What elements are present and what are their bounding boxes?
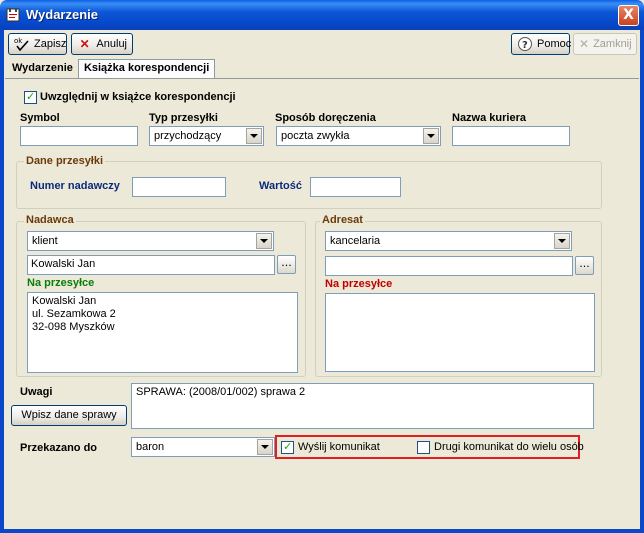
help-icon: ? — [517, 36, 533, 52]
svg-text:ok: ok — [14, 37, 23, 45]
recipient-group-title: Adresat — [320, 214, 365, 226]
forwarded-to-value: baron — [136, 441, 165, 453]
sender-number-label: Numer nadawczy — [30, 180, 120, 192]
sender-group-title: Nadawca — [24, 214, 76, 226]
save-button-label: Zapisz — [34, 38, 67, 50]
sender-on-shipment-text[interactable]: Kowalski Jan ul. Sezamkowa 2 32-098 Mysz… — [27, 292, 298, 373]
second-message-label: Drugi komunikat do wielu osób — [434, 441, 584, 453]
chevron-down-icon[interactable] — [257, 439, 273, 455]
courier-name-label: Nazwa kuriera — [452, 112, 526, 124]
recipient-browse-button[interactable]: ... — [575, 256, 594, 275]
delivery-method-select[interactable]: poczta zwykła — [276, 126, 441, 146]
chevron-down-icon[interactable] — [256, 233, 272, 249]
shipment-type-label: Typ przesyłki — [149, 112, 218, 124]
tab-wydarzenie[interactable]: Wydarzenie — [7, 60, 78, 79]
sender-number-input[interactable] — [132, 177, 226, 197]
window-close-button[interactable]: X — [618, 5, 639, 26]
cancel-x-icon: ✕ — [79, 37, 90, 51]
include-in-book-label: Uwzględnij w książce korespondencji — [40, 91, 236, 103]
recipient-name-input[interactable] — [325, 256, 573, 276]
shipment-data-title: Dane przesyłki — [24, 155, 106, 167]
recipient-type-value: kancelaria — [330, 235, 381, 247]
chevron-down-icon[interactable] — [554, 233, 570, 249]
ok-icon: ok — [14, 36, 30, 52]
send-message-label: Wyślij komunikat — [298, 441, 380, 453]
notes-label: Uwagi — [20, 386, 53, 398]
recipient-on-shipment-label: Na przesyłce — [325, 278, 393, 290]
recipient-on-shipment-text[interactable] — [325, 293, 595, 372]
help-button-label: Pomoc — [537, 38, 572, 50]
sender-type-value: klient — [32, 235, 58, 247]
shipment-type-value: przychodzący — [154, 130, 222, 142]
svg-text:?: ? — [522, 40, 528, 51]
tab-ksiazka-korespondencji[interactable]: Książka korespondencji — [77, 59, 216, 78]
recipient-type-select[interactable]: kancelaria — [325, 231, 572, 251]
delivery-method-value: poczta zwykła — [281, 130, 350, 142]
window-frame-left — [0, 30, 4, 533]
cancel-button[interactable]: ✕ Anuluj — [71, 33, 133, 55]
forwarded-to-label: Przekazano do — [20, 442, 98, 454]
window-title: Wydarzenie — [26, 7, 99, 22]
delivery-method-label: Sposób doręczenia — [275, 112, 376, 124]
value-input[interactable] — [310, 177, 401, 197]
symbol-input[interactable] — [20, 126, 138, 146]
courier-name-input[interactable] — [452, 126, 570, 146]
cancel-button-label: Anuluj — [96, 38, 127, 50]
chevron-down-icon[interactable] — [246, 128, 262, 144]
sender-type-select[interactable]: klient — [27, 231, 274, 251]
value-label: Wartość — [259, 180, 302, 192]
save-button[interactable]: ok Zapisz — [8, 33, 67, 55]
window-app-icon — [6, 8, 20, 22]
shipment-type-select[interactable]: przychodzący — [149, 126, 264, 146]
help-button[interactable]: ? Pomoc — [511, 33, 572, 55]
sender-name-input[interactable]: Kowalski Jan — [27, 255, 275, 275]
symbol-label: Symbol — [20, 112, 60, 124]
tab-strip: Wydarzenie Książka korespondencji — [7, 59, 216, 79]
sender-on-shipment-label: Na przesyłce — [27, 277, 95, 289]
close-button[interactable]: ✕ Zamknij — [573, 33, 637, 55]
include-in-book-checkbox[interactable] — [24, 90, 37, 104]
window-frame-bottom — [0, 529, 644, 533]
tab-divider — [5, 78, 639, 79]
send-message-checkbox[interactable] — [281, 440, 294, 454]
close-button-label: Zamknij — [593, 38, 632, 50]
title-bar: Wydarzenie X — [0, 0, 644, 30]
insert-case-data-button[interactable]: Wpisz dane sprawy — [11, 405, 127, 426]
sender-browse-button[interactable]: ... — [277, 255, 296, 274]
chevron-down-icon[interactable] — [423, 128, 439, 144]
window-frame-right — [640, 30, 644, 533]
forwarded-to-select[interactable]: baron — [131, 437, 275, 457]
second-message-checkbox[interactable] — [417, 441, 430, 454]
notes-textarea[interactable]: SPRAWA: (2008/01/002) sprawa 2 — [131, 383, 594, 429]
close-icon: ✕ — [579, 37, 590, 51]
